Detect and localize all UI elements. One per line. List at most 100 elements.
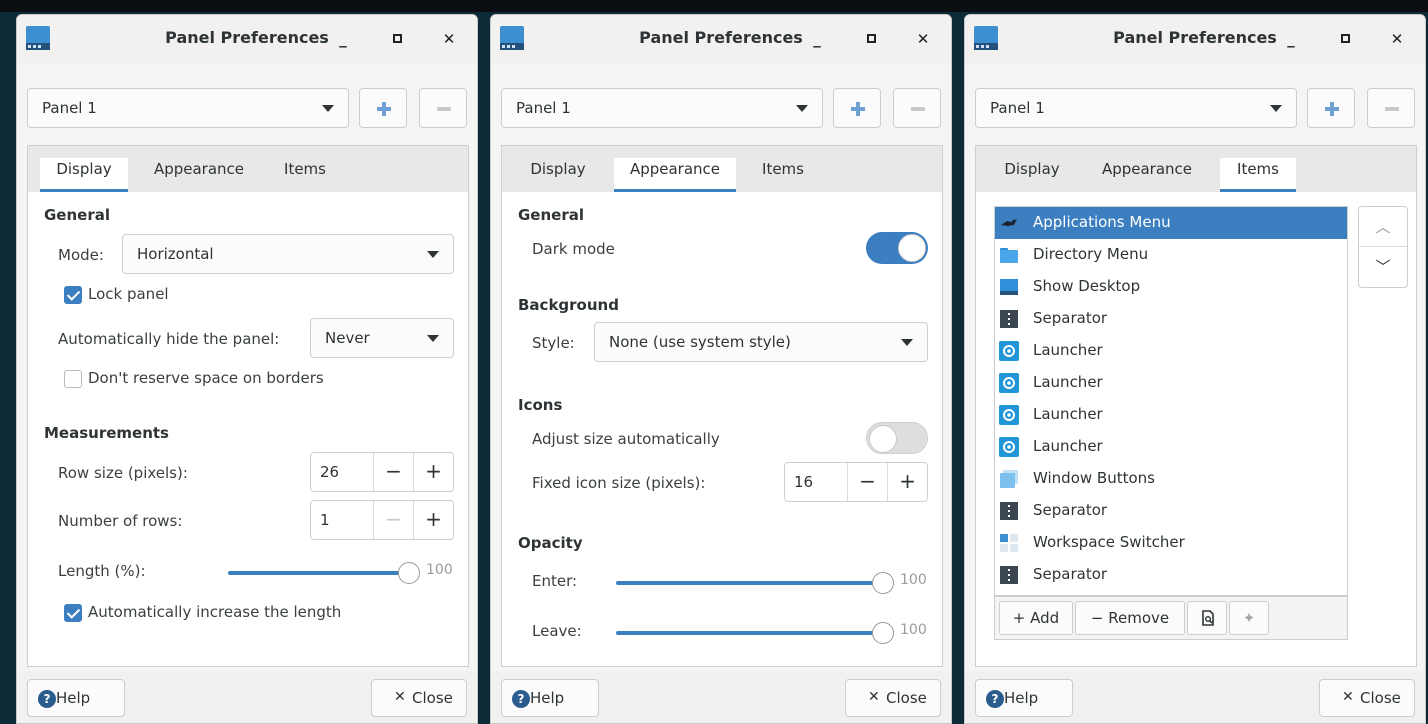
- close-window-button[interactable]: ✕: [911, 27, 935, 51]
- icon-size-decrement[interactable]: −: [847, 463, 887, 501]
- mode-select[interactable]: Horizontal: [122, 234, 454, 274]
- panel-preferences-window-appearance: Panel Preferences _ ✕ Panel 1 Display Ap…: [490, 14, 952, 724]
- list-item-label: Window Buttons: [1033, 469, 1155, 487]
- maximize-button[interactable]: [1333, 27, 1357, 51]
- icon-size-increment[interactable]: +: [887, 463, 927, 501]
- maximize-icon: [866, 34, 876, 43]
- rows-decrement[interactable]: −: [373, 501, 413, 539]
- tab-display[interactable]: Display: [988, 158, 1076, 192]
- tab-bar: Display Appearance Items: [28, 146, 468, 192]
- help-icon: ?: [38, 690, 56, 708]
- tab-appearance[interactable]: Appearance: [614, 158, 736, 192]
- move-up-button[interactable]: ︿: [1359, 207, 1407, 247]
- autohide-select-value: Never: [325, 329, 370, 347]
- title-bar[interactable]: Panel Preferences _ ✕: [965, 15, 1425, 63]
- tab-display[interactable]: Display: [514, 158, 602, 192]
- item-about-button[interactable]: ✦: [1229, 601, 1269, 635]
- help-icon: ?: [986, 690, 1004, 708]
- maximize-button[interactable]: [859, 27, 883, 51]
- list-item[interactable]: Separator: [995, 303, 1347, 335]
- add-item-button[interactable]: + Add: [999, 601, 1073, 635]
- background-style-select[interactable]: None (use system style): [594, 322, 928, 362]
- tab-items[interactable]: Items: [270, 158, 340, 192]
- remove-panel-button[interactable]: [893, 88, 941, 128]
- title-bar[interactable]: Panel Preferences _ ✕: [17, 15, 477, 63]
- length-slider-handle[interactable]: [398, 562, 420, 584]
- close-window-button[interactable]: ✕: [1385, 27, 1409, 51]
- tab-appearance[interactable]: Appearance: [1088, 158, 1206, 192]
- add-panel-button[interactable]: [833, 88, 881, 128]
- list-item[interactable]: Workspace Switcher: [995, 527, 1347, 559]
- list-item[interactable]: Separator: [995, 559, 1347, 591]
- close-button[interactable]: ✕ Close: [371, 679, 467, 717]
- icon-size-spinner[interactable]: 16 − +: [784, 462, 928, 502]
- panel-select[interactable]: Panel 1: [501, 88, 823, 128]
- tab-items[interactable]: Items: [1220, 158, 1296, 192]
- list-item[interactable]: Show Desktop: [995, 271, 1347, 303]
- list-item[interactable]: Directory Menu: [995, 239, 1347, 271]
- minimize-button[interactable]: _: [805, 27, 829, 51]
- items-page: Applications Menu Directory Menu Show De…: [976, 192, 1416, 666]
- list-item[interactable]: Launcher: [995, 399, 1347, 431]
- list-item-label: Launcher: [1033, 341, 1103, 359]
- leave-opacity-track[interactable]: [616, 631, 882, 635]
- enter-opacity-handle[interactable]: [872, 572, 894, 594]
- rows-label: Number of rows:: [58, 512, 183, 530]
- remove-panel-button[interactable]: [419, 88, 467, 128]
- help-button[interactable]: ? Help: [27, 679, 125, 717]
- chevron-down-icon: [796, 105, 808, 112]
- list-item[interactable]: Launcher: [995, 335, 1347, 367]
- panel-preferences-window-display: Panel Preferences _ ✕ Panel 1 Display Ap…: [16, 14, 478, 724]
- chevron-down-icon: [901, 339, 913, 346]
- panel-select[interactable]: Panel 1: [975, 88, 1297, 128]
- launcher-icon: [999, 373, 1019, 393]
- rows-spinner[interactable]: 1 − +: [310, 500, 454, 540]
- title-bar[interactable]: Panel Preferences _ ✕: [491, 15, 951, 63]
- remove-item-button[interactable]: − Remove: [1075, 601, 1185, 635]
- help-button[interactable]: ? Help: [975, 679, 1073, 717]
- icon-size-label: Fixed icon size (pixels):: [532, 474, 706, 492]
- icons-header: Icons: [518, 396, 563, 414]
- autohide-select[interactable]: Never: [310, 318, 454, 358]
- help-button[interactable]: ? Help: [501, 679, 599, 717]
- row-size-decrement[interactable]: −: [373, 453, 413, 491]
- lock-panel-label: Lock panel: [88, 285, 169, 303]
- panel-select[interactable]: Panel 1: [27, 88, 349, 128]
- close-window-button[interactable]: ✕: [437, 27, 461, 51]
- help-icon: ?: [512, 690, 530, 708]
- rows-increment[interactable]: +: [413, 501, 453, 539]
- close-icon: ✕: [394, 689, 406, 705]
- row-size-increment[interactable]: +: [413, 453, 453, 491]
- close-button[interactable]: ✕ Close: [845, 679, 941, 717]
- close-icon: ✕: [868, 689, 880, 705]
- item-properties-button[interactable]: [1187, 601, 1227, 635]
- list-item[interactable]: Window Buttons: [995, 463, 1347, 495]
- row-size-spinner[interactable]: 26 − +: [310, 452, 454, 492]
- chevron-down-icon: [427, 251, 439, 258]
- move-down-button[interactable]: ﹀: [1359, 247, 1407, 287]
- tab-appearance[interactable]: Appearance: [140, 158, 258, 192]
- close-button[interactable]: ✕ Close: [1319, 679, 1415, 717]
- list-item[interactable]: Launcher: [995, 367, 1347, 399]
- lock-panel-checkbox[interactable]: [64, 286, 82, 304]
- adjust-size-switch[interactable]: [866, 422, 928, 454]
- add-panel-button[interactable]: [359, 88, 407, 128]
- add-panel-button[interactable]: [1307, 88, 1355, 128]
- switch-knob: [869, 425, 897, 453]
- remove-panel-button[interactable]: [1367, 88, 1415, 128]
- minimize-button[interactable]: _: [1279, 27, 1303, 51]
- reserve-space-checkbox[interactable]: [64, 370, 82, 388]
- minimize-button[interactable]: _: [331, 27, 355, 51]
- list-item[interactable]: Launcher: [995, 431, 1347, 463]
- leave-opacity-handle[interactable]: [872, 622, 894, 644]
- panel-select-value: Panel 1: [42, 99, 97, 117]
- length-slider-track[interactable]: [228, 571, 408, 575]
- dark-mode-switch[interactable]: [866, 232, 928, 264]
- tab-display[interactable]: Display: [40, 158, 128, 192]
- tab-items[interactable]: Items: [748, 158, 818, 192]
- list-item[interactable]: Applications Menu: [995, 207, 1347, 239]
- maximize-button[interactable]: [385, 27, 409, 51]
- enter-opacity-track[interactable]: [616, 581, 882, 585]
- auto-length-checkbox[interactable]: [64, 604, 82, 622]
- list-item[interactable]: Separator: [995, 495, 1347, 527]
